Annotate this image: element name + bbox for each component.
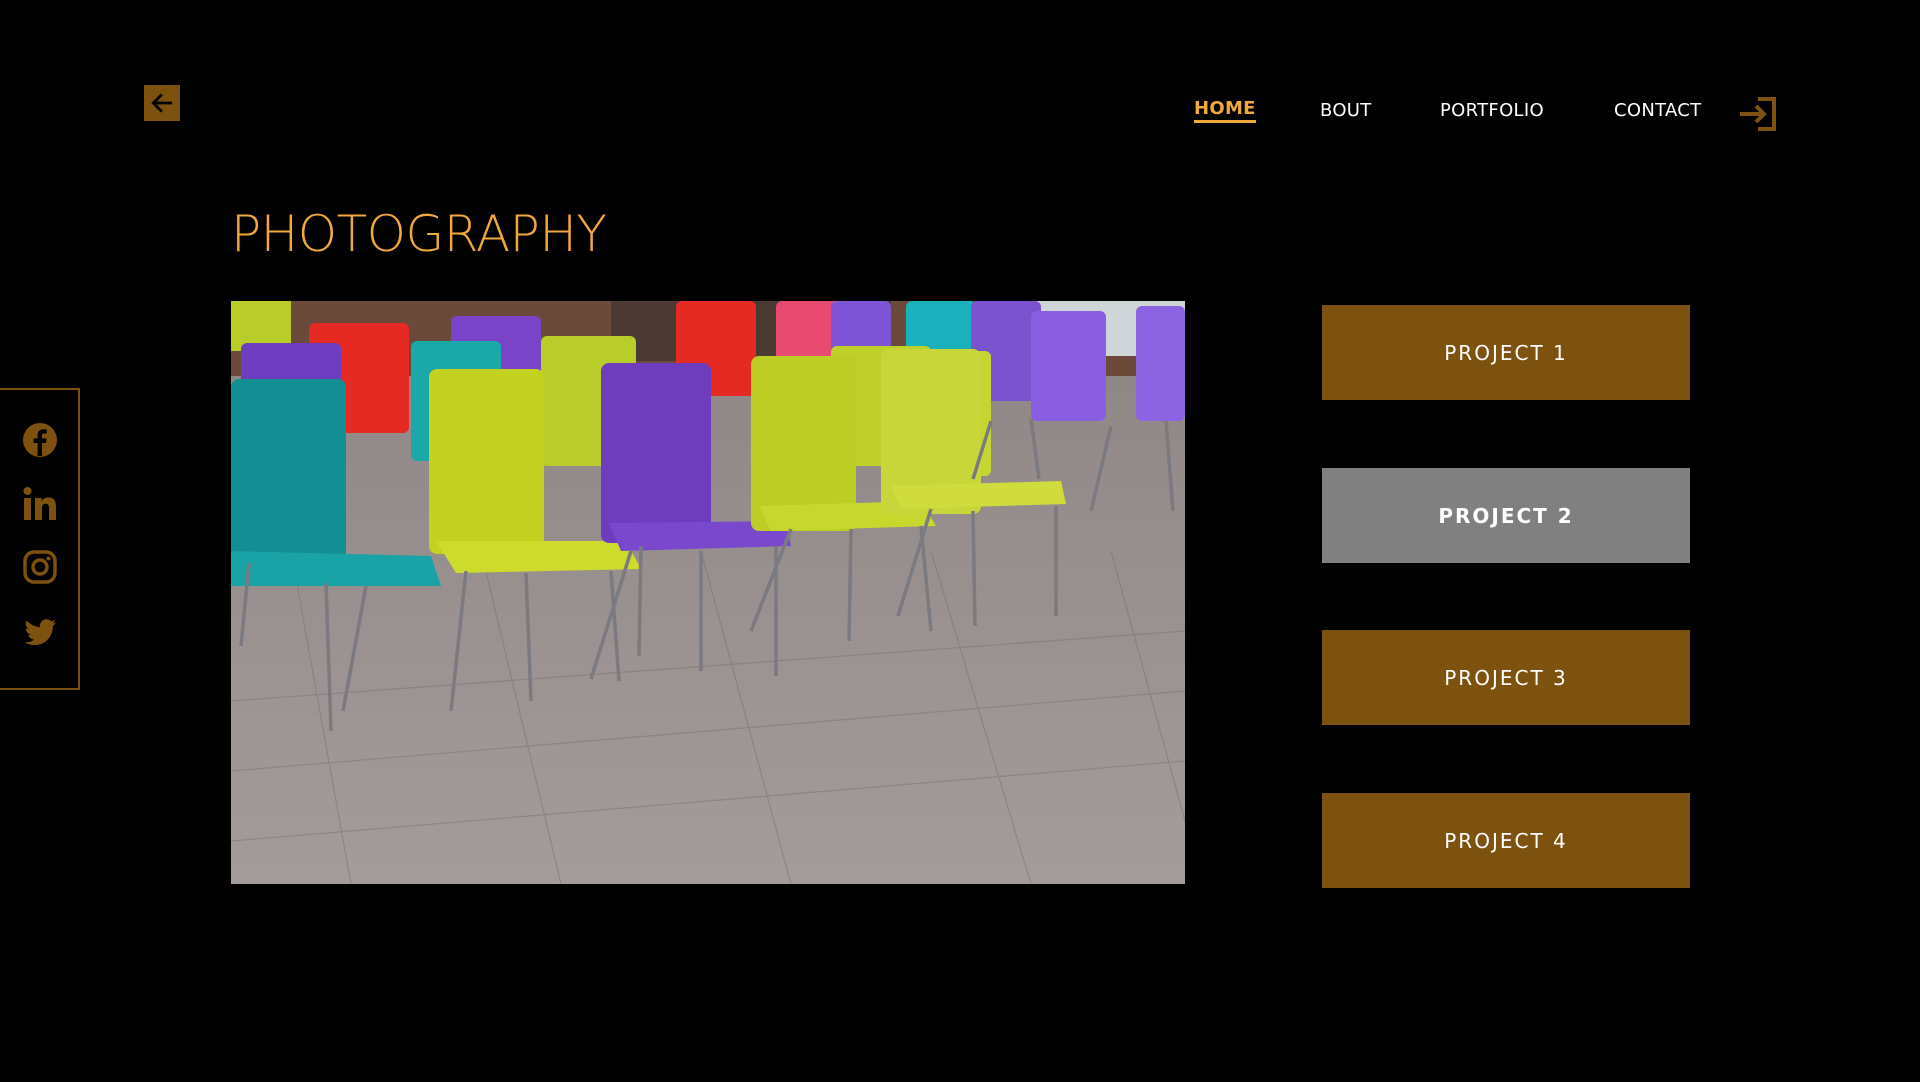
nav-contact-link[interactable]: CONTACT (1614, 100, 1701, 121)
instagram-icon[interactable] (22, 549, 58, 585)
project-4-button[interactable]: PROJECT 4 (1322, 793, 1690, 888)
nav-home-link[interactable]: HOME (1194, 98, 1256, 123)
arrow-left-icon (151, 93, 173, 113)
twitter-icon[interactable] (22, 614, 58, 650)
nav-portfolio-link[interactable]: PORTFOLIO (1440, 100, 1544, 121)
social-links-bar (0, 388, 80, 690)
project-1-button[interactable]: PROJECT 1 (1322, 305, 1690, 400)
project-2-button[interactable]: PROJECT 2 (1322, 468, 1690, 563)
page: HOME BOUT PORTFOLIO CONTACT PHOTOGRAPHY … (0, 0, 1920, 1082)
facebook-icon[interactable] (22, 422, 58, 458)
page-title: PHOTOGRAPHY (231, 205, 607, 263)
linkedin-icon[interactable] (22, 486, 58, 522)
login-button[interactable] (1738, 96, 1778, 132)
portfolio-photo (231, 301, 1185, 884)
nav-about-link[interactable]: BOUT (1320, 100, 1372, 121)
back-button[interactable] (144, 85, 180, 121)
sign-in-icon (1740, 97, 1776, 131)
project-3-button[interactable]: PROJECT 3 (1322, 630, 1690, 725)
